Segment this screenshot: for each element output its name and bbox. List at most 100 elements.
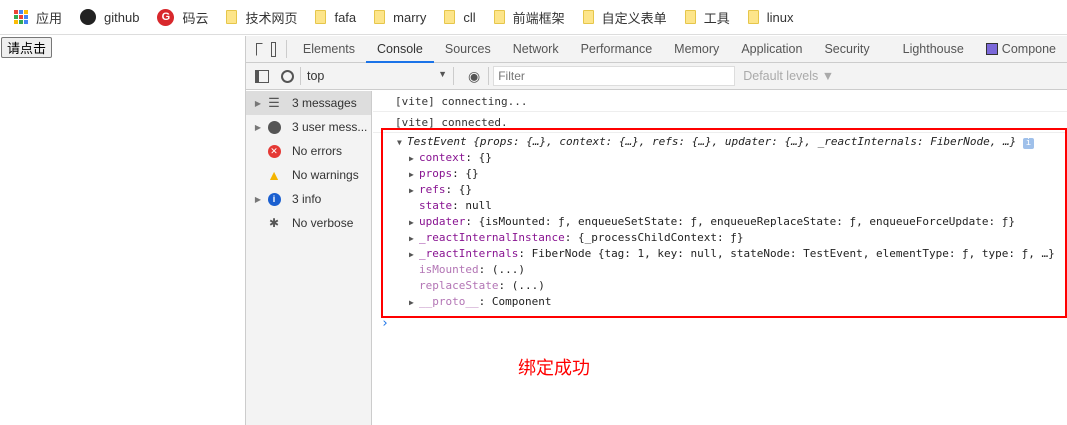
log-line: [vite] connecting... <box>373 91 1067 112</box>
object-property[interactable]: ▶ updater: {isMounted: ƒ, enqueueSetState… <box>409 214 1015 230</box>
tab-sources[interactable]: Sources <box>434 36 502 63</box>
object-name: TestEvent <box>407 135 467 148</box>
bookmark-label: marry <box>393 9 427 25</box>
property-value: {} <box>478 151 492 164</box>
tab-application[interactable]: Application <box>730 36 813 63</box>
bookmark-item[interactable]: 前端框架 <box>493 8 565 27</box>
bookmark-item[interactable]: github <box>80 9 139 25</box>
expand-triangle-icon[interactable]: ▶ <box>409 231 419 247</box>
bookmark-label: linux <box>766 9 794 25</box>
clear-console-icon[interactable] <box>281 69 294 83</box>
filter-input[interactable] <box>493 66 736 86</box>
expand-triangle-icon[interactable]: ▶ <box>409 183 419 199</box>
property-key: props <box>419 167 453 180</box>
sidebar-filter-item[interactable]: ▲ No warnings <box>246 163 371 187</box>
bookmark-item[interactable]: marry <box>374 10 426 25</box>
eye-icon[interactable]: ◉ <box>468 68 480 85</box>
property-value: {_processChildContext: ƒ} <box>577 231 744 244</box>
property-key: isMounted <box>419 263 479 276</box>
bookmark-label: 应用 <box>36 10 63 26</box>
property-key: updater <box>419 215 466 228</box>
object-property: isMounted: (...) <box>419 263 525 276</box>
bookmark-item[interactable]: linux <box>747 9 794 25</box>
object-summary[interactable]: ▼ TestEvent {props: {…}, context: {…}, re… <box>397 134 1034 150</box>
object-property[interactable]: ▶ _reactInternals: FiberNode {tag: 1, key… <box>409 246 1055 262</box>
inspect-element-icon[interactable] <box>256 42 263 56</box>
expand-triangle-icon[interactable]: ▼ <box>397 135 407 151</box>
tab-console[interactable]: Console <box>366 36 434 63</box>
tab-label: Sources <box>444 41 491 56</box>
context-select[interactable]: top ▼ <box>307 69 447 83</box>
object-property[interactable]: ▶ __proto__: Component <box>409 294 551 310</box>
property-key: state <box>419 199 453 212</box>
bookmark-item[interactable]: fafa <box>315 10 356 25</box>
sidebar-filter-item[interactable]: ✕ No errors <box>246 139 371 163</box>
folder-icon <box>747 10 759 24</box>
expand-triangle-icon[interactable]: ▶ <box>409 247 419 263</box>
object-preview: {props: {…}, context: {…}, refs: {…}, up… <box>473 135 1017 148</box>
bookmark-item[interactable]: 工具 <box>684 8 730 27</box>
tab-label: Lighthouse <box>902 41 964 56</box>
tab-label: Network <box>512 41 559 56</box>
log-levels-dropdown[interactable]: Default levels ▼ <box>743 69 834 83</box>
property-value: null <box>465 199 492 212</box>
folder-icon <box>493 10 505 24</box>
bookmark-label: 自定义表单 <box>601 10 667 26</box>
bookmark-label: cll <box>463 9 476 25</box>
sidebar-item-label: 3 user mess... <box>292 120 368 134</box>
expand-triangle-icon[interactable]: ▶ <box>409 215 419 231</box>
bookmark-label: 码云 <box>182 10 209 26</box>
property-value: {} <box>458 183 472 196</box>
tab-label: Memory <box>674 41 720 56</box>
tab-lighthouse[interactable]: Lighthouse <box>881 36 975 63</box>
console-toolbar: top▼ ◉ Default levels ▼ <box>246 63 1067 90</box>
info-icon[interactable]: i <box>1022 138 1034 149</box>
sidebar-item-label: 3 messages <box>292 96 357 110</box>
react-components-icon <box>985 42 998 55</box>
bookmark-item[interactable]: cll <box>444 9 476 25</box>
property-key: __proto__ <box>419 295 479 308</box>
click-me-button[interactable]: 请点击 <box>1 37 53 58</box>
sidebar-filter-item[interactable]: ▶ 3 user mess... <box>246 115 371 139</box>
bookmark-item[interactable]: 应用 <box>14 8 62 27</box>
object-property[interactable]: ▶ refs: {} <box>409 182 472 198</box>
tab-elements[interactable]: Elements <box>292 36 366 63</box>
expand-arrow-icon: ▶ <box>254 122 262 132</box>
property-value: Component <box>491 295 552 308</box>
expand-arrow-icon: ▶ <box>254 98 262 108</box>
tab-security[interactable]: Security <box>813 36 880 63</box>
property-value: FiberNode {tag: 1, key: null, stateNode:… <box>531 247 1055 260</box>
sidebar-toggle-icon[interactable] <box>255 69 269 83</box>
sidebar-item-label: No warnings <box>292 168 359 182</box>
tab-label: Performance <box>580 41 653 56</box>
console-prompt[interactable]: › <box>381 316 389 332</box>
sidebar-item-label: No errors <box>292 144 343 158</box>
bookmark-item[interactable]: 技术网页 <box>226 8 297 27</box>
sidebar-filter-item[interactable]: ▶ i 3 info <box>246 187 371 211</box>
object-property[interactable]: ▶ props: {} <box>409 166 479 182</box>
console-sidebar: ▶ ☰ 3 messages ▶ 3 user mess... ✕ No errors ▲ No… <box>246 91 372 425</box>
tab-label: Compone <box>1001 41 1056 56</box>
sidebar-filter-item[interactable]: ▶ ☰ 3 messages <box>246 91 371 115</box>
expand-triangle-icon[interactable]: ▶ <box>409 151 419 167</box>
bookmark-label: github <box>104 9 140 25</box>
folder-icon <box>444 10 456 24</box>
bookmarks-bar: 应用 github G 码云 技术网页 fafa marry cll 前端框架 自定义表单 工具 li… <box>0 0 1067 35</box>
expand-triangle-icon[interactable]: ▶ <box>409 295 419 311</box>
object-property: replaceState: (...) <box>419 279 545 292</box>
object-property[interactable]: ▶ _reactInternalInstance: {_processChildC… <box>409 230 744 246</box>
tab-performance[interactable]: Performance <box>570 36 664 63</box>
object-property[interactable]: ▶ context: {} <box>409 150 492 166</box>
sidebar-filter-item[interactable]: ✱ No verbose <box>246 211 371 235</box>
bookmark-item[interactable]: 自定义表单 <box>582 8 667 27</box>
property-key: replaceState <box>419 279 499 292</box>
tab-memory[interactable]: Memory <box>663 36 730 63</box>
bookmark-label: 工具 <box>703 10 730 26</box>
info-icon: i <box>266 192 282 206</box>
expand-triangle-icon[interactable]: ▶ <box>409 167 419 183</box>
tab-compone[interactable]: Compone <box>975 36 1067 63</box>
tab-network[interactable]: Network <box>502 36 570 63</box>
device-toolbar-icon[interactable] <box>270 41 276 57</box>
bookmark-item[interactable]: G 码云 <box>157 8 208 27</box>
property-value: (...) <box>491 263 525 276</box>
